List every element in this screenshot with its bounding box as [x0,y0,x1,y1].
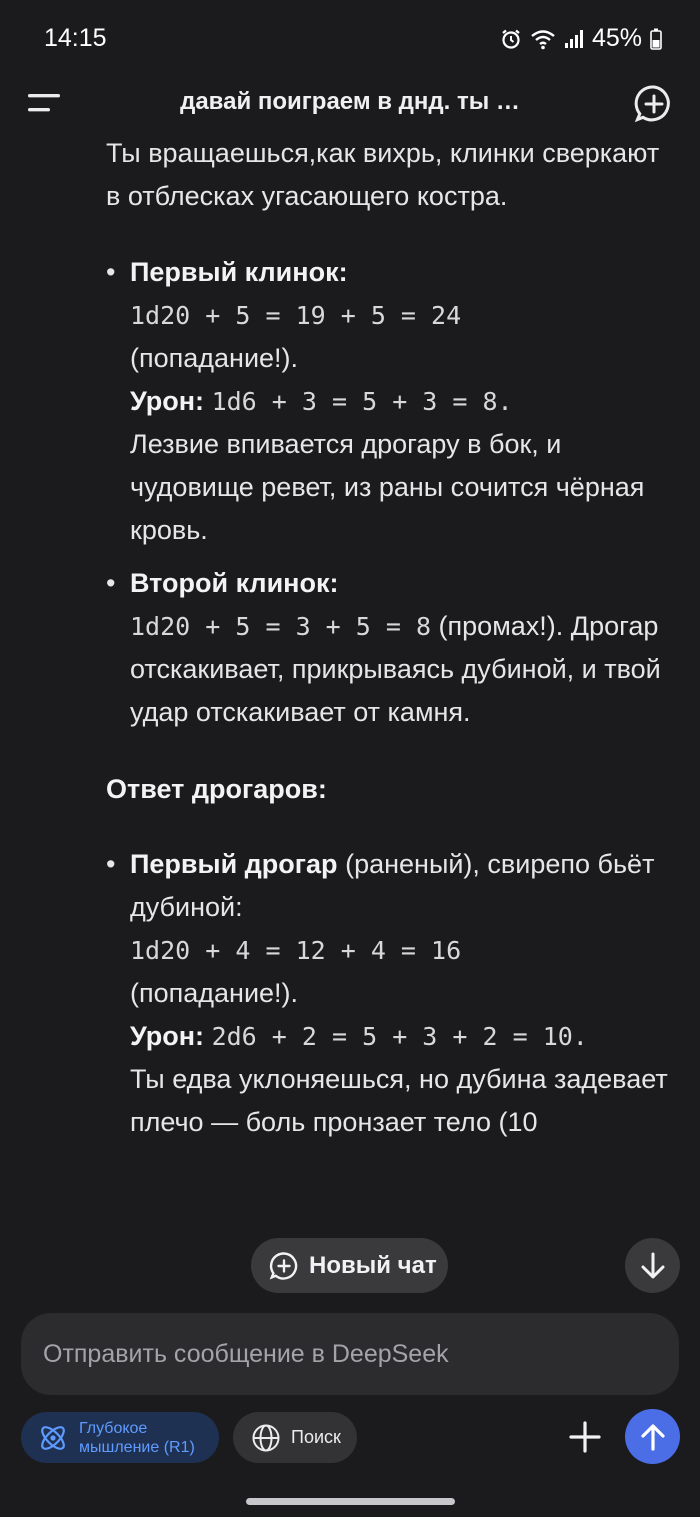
signal-icon [564,29,584,49]
list-item: Первый клинок: 1d20 + 5 = 19 + 5 = 24 (п… [106,251,676,552]
floating-new-chat-button[interactable]: Новый чат [251,1238,448,1293]
hit2-roll-result: (промах!). [438,611,564,641]
enemy1-damage-roll: 2d6 + 2 = 5 + 3 + 2 = 10. [211,1022,588,1051]
hit1-damage-label: Урон: [130,386,205,416]
chat-header: давай поиграем в днд. ты … [0,80,700,130]
new-chat-button[interactable] [634,84,674,124]
enemy1-damage-label: Урон: [130,1021,205,1051]
enemy1-roll-result: (попадание!). [130,978,299,1008]
send-button[interactable] [625,1409,680,1464]
atom-icon [41,1425,65,1450]
message-input[interactable] [41,1338,679,1370]
alarm-icon [500,28,522,50]
scroll-down-button[interactable] [625,1238,680,1293]
hit1-roll-result: (попадание!). [130,343,299,373]
new-chat-label: Новый чат [309,1251,437,1279]
chat-plus-icon [634,85,670,123]
attack-list: Первый клинок: 1d20 + 5 = 19 + 5 = 24 (п… [106,251,676,734]
list-item: Первый дрогар (раненый), свирепо бьёт ду… [106,843,676,1144]
enemy1-roll: 1d20 + 4 = 12 + 4 = 16 [130,936,462,965]
chat-plus-icon [269,1251,298,1280]
wifi-icon [530,28,556,50]
deepthink-label: Глубокое мышление (R1) [79,1419,195,1456]
list-item: Второй клинок: 1d20 + 5 = 3 + 5 = 8 (про… [106,562,676,734]
home-indicator[interactable] [246,1498,455,1505]
plus-icon [569,1421,601,1453]
arrow-up-icon [640,1423,665,1451]
globe-icon [252,1424,280,1451]
message-input-container[interactable] [21,1313,679,1395]
hit2-title: Второй клинок: [130,568,339,598]
search-toggle[interactable]: Поиск [233,1412,357,1463]
status-time: 14:15 [44,24,107,52]
enemy-list: Первый дрогар (раненый), свирепо бьёт ду… [106,843,676,1144]
hit1-damage-roll: 1d6 + 3 = 5 + 3 = 8. [211,387,513,416]
enemy1-description: Ты едва уклоняешься, но дубина задевает … [130,1064,668,1137]
enemy1-title: Первый дрогар [130,849,338,879]
status-icons: 45% [500,24,662,53]
chat-title[interactable]: давай поиграем в днд. ты … [112,88,588,116]
hit2-roll: 1d20 + 5 = 3 + 5 = 8 [130,612,432,641]
menu-button[interactable] [26,86,66,122]
battery-percent: 45% [591,24,642,52]
search-label: Поиск [291,1427,341,1447]
hit1-roll: 1d20 + 5 = 19 + 5 = 24 [130,301,462,330]
status-bar: 14:15 45% [0,0,700,80]
attach-button[interactable] [562,1414,608,1460]
battery-icon [650,28,662,50]
arrow-down-icon [641,1252,664,1278]
hit1-description: Лезвие впивается дрогару в бок, и чудови… [130,429,645,545]
assistant-message: Ты вращаешься,как вихрь, клинки сверкают… [106,132,676,1154]
answer-heading: Ответ дрогаров: [106,774,327,804]
message-intro: Ты вращаешься,как вихрь, клинки сверкают… [106,138,660,211]
deepthink-toggle[interactable]: Глубокое мышление (R1) [21,1412,219,1463]
hit1-title: Первый клинок: [130,257,348,287]
menu-icon [28,94,60,112]
